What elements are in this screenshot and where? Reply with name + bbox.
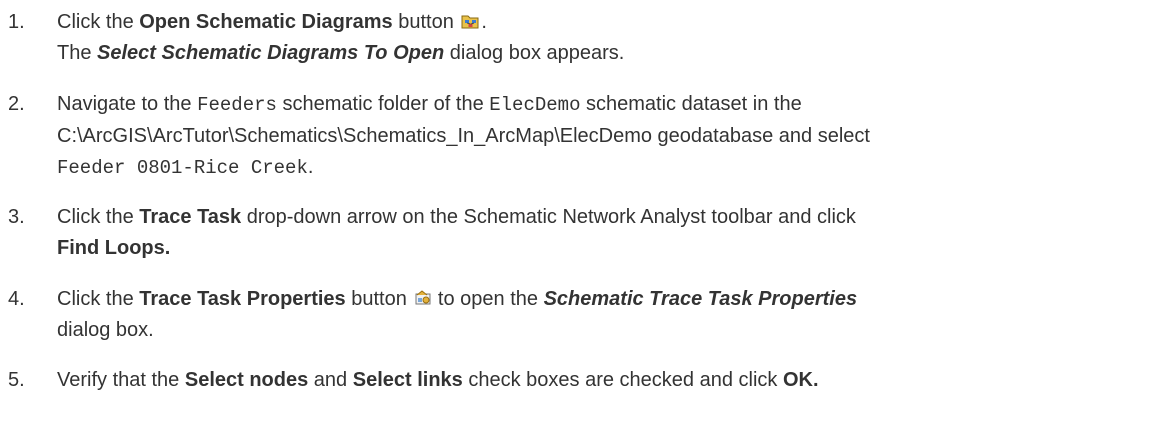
step-line: C:\ArcGIS\ArcTutor\Schematics\Schematics… xyxy=(57,121,1145,152)
text: schematic dataset in the xyxy=(580,93,802,115)
ui-term: Select nodes xyxy=(184,369,309,391)
ui-term: Trace Task xyxy=(139,206,242,228)
text: Click the xyxy=(57,206,140,228)
ui-term: Trace Task Properties xyxy=(139,288,346,310)
open-schematic-diagrams-icon xyxy=(461,12,481,30)
text: The xyxy=(57,42,98,64)
text: Verify that the xyxy=(57,369,185,391)
text: dialog box appears. xyxy=(444,42,625,64)
trace-task-properties-icon xyxy=(414,289,432,307)
step-number: 2. xyxy=(8,93,25,115)
dialog-name: Select Schematic Diagrams To Open xyxy=(97,42,445,64)
step-line: Verify that the Select nodes and Select … xyxy=(57,365,1145,396)
step-line: Click the Open Schematic Diagrams button… xyxy=(57,7,1145,38)
step-text: Click the Trace Task drop-down arrow on … xyxy=(57,202,1145,264)
dialog-name: Schematic Trace Task Properties xyxy=(543,288,858,310)
instruction-steps: 1. Click the Open Schematic Diagrams but… xyxy=(0,0,1155,423)
step-line: Find Loops. xyxy=(57,233,1145,264)
text: and xyxy=(308,369,353,391)
path-text: C:\ArcGIS\ArcTutor\Schematics\Schematics… xyxy=(57,125,870,147)
text: . xyxy=(307,156,314,178)
step-number: 4. xyxy=(8,288,25,310)
step-line: Click the Trace Task drop-down arrow on … xyxy=(57,202,1145,233)
step-line: Feeder 0801-Rice Creek. xyxy=(57,152,1145,184)
text: schematic folder of the xyxy=(276,93,490,115)
folder-name: Feeders xyxy=(197,94,277,116)
text: Navigate to the xyxy=(57,93,198,115)
step-line: Navigate to the Feeders schematic folder… xyxy=(57,89,1145,121)
dataset-name: ElecDemo xyxy=(489,94,581,116)
step-line: dialog box. xyxy=(57,315,1145,346)
step-number: 5. xyxy=(8,369,25,391)
step-line: Click the Trace Task Properties button t… xyxy=(57,284,1145,315)
text: Click the xyxy=(57,11,140,33)
ui-term: Find Loops. xyxy=(57,237,171,259)
text: button xyxy=(345,288,413,310)
step-number: 3. xyxy=(8,206,25,228)
text: check boxes are checked and click xyxy=(462,369,783,391)
text: to open the xyxy=(432,288,544,310)
step-text: Click the Trace Task Properties button t… xyxy=(57,284,1145,346)
text: . xyxy=(481,11,487,33)
ui-term: Open Schematic Diagrams xyxy=(139,11,393,33)
text: drop-down arrow on the Schematic Network… xyxy=(241,206,856,228)
ui-term: Select links xyxy=(352,369,463,391)
step-number: 1. xyxy=(8,11,25,33)
step-text: Click the Open Schematic Diagrams button… xyxy=(57,7,1145,69)
step-text: Verify that the Select nodes and Select … xyxy=(57,365,1145,396)
ui-term: OK. xyxy=(782,369,819,391)
text: button xyxy=(392,11,460,33)
step-text: Navigate to the Feeders schematic folder… xyxy=(57,89,1145,184)
text: dialog box. xyxy=(57,319,154,341)
diagram-name: Feeder 0801-Rice Creek xyxy=(57,157,308,179)
step-line: The Select Schematic Diagrams To Open di… xyxy=(57,38,1145,69)
text: Click the xyxy=(57,288,140,310)
